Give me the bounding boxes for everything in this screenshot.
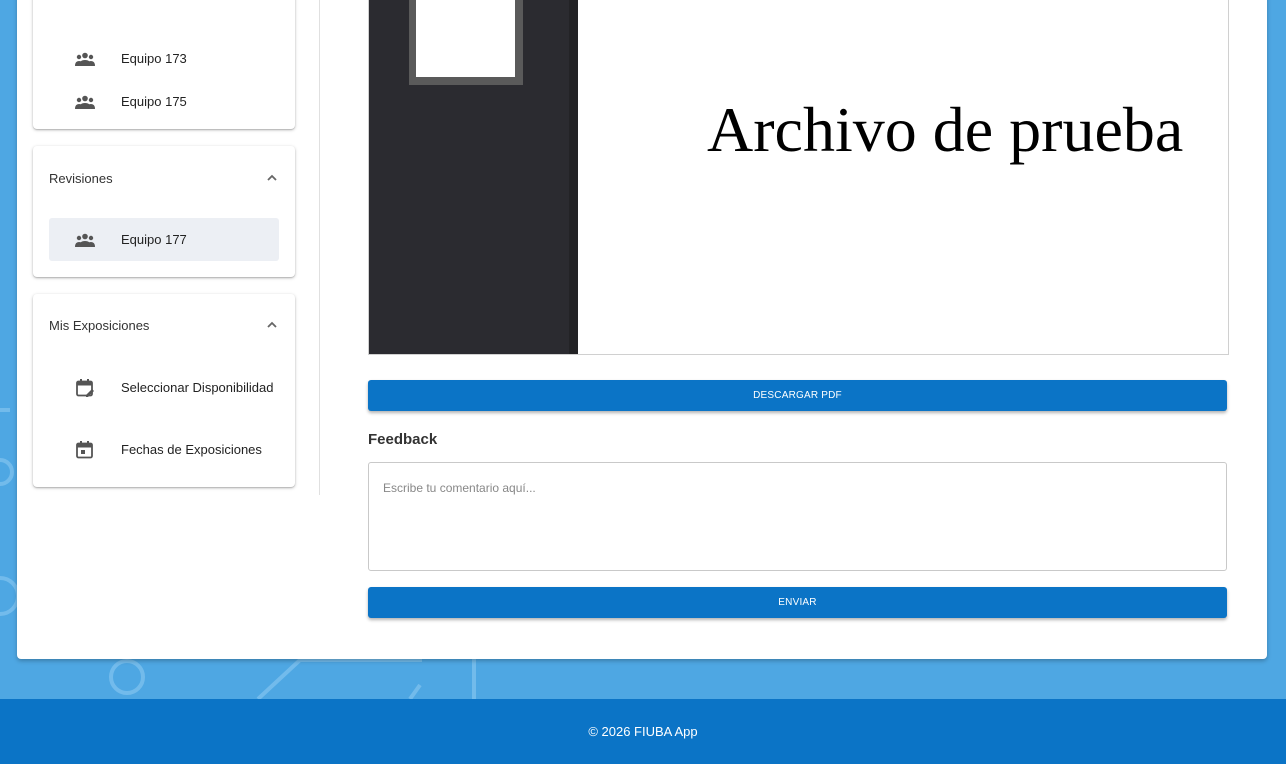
exposiciones-header[interactable]: Mis Exposiciones <box>49 315 279 335</box>
thumbnail-sidebar[interactable] <box>369 0 569 354</box>
chevron-up-icon <box>267 174 277 181</box>
sidebar-item-label: Equipo 173 <box>121 51 187 66</box>
equipos-panel: Equipo 173 Equipo 175 <box>33 0 295 129</box>
group-icon <box>49 233 121 247</box>
thumbnail-frame[interactable] <box>409 0 523 85</box>
footer: © 2026 FIUBA App <box>0 699 1286 764</box>
group-icon <box>49 95 121 109</box>
main-card: Equipo 173 Equipo 175 Revisiones Equipo … <box>17 0 1267 659</box>
sidebar-item-label: Seleccionar Disponibilidad <box>121 380 274 395</box>
sidebar-item-fechas-exposiciones[interactable]: Fechas de Exposiciones <box>49 430 279 470</box>
send-button[interactable]: ENVIAR <box>368 587 1227 618</box>
feedback-textarea[interactable] <box>369 463 1226 570</box>
revisiones-panel: Revisiones Equipo 177 <box>33 146 295 277</box>
sidebar-item-equipo-173[interactable]: Equipo 173 <box>49 39 279 79</box>
chevron-up-icon <box>267 321 277 328</box>
panel-title: Mis Exposiciones <box>49 317 150 333</box>
exposiciones-panel: Mis Exposiciones Seleccionar Disponibili… <box>33 294 295 487</box>
document-title: Archivo de prueba <box>707 94 1184 165</box>
sidebar-item-label: Equipo 177 <box>121 231 187 247</box>
feedback-field[interactable] <box>368 462 1227 571</box>
thumbnail-sidebar-edge <box>569 0 578 354</box>
sidebar-item-label: Equipo 175 <box>121 94 187 109</box>
page-thumbnail[interactable] <box>416 0 515 77</box>
sidebar-divider <box>319 0 320 495</box>
revisiones-header[interactable]: Revisiones <box>49 168 279 188</box>
group-icon <box>49 52 121 66</box>
calendar-icon <box>49 441 121 459</box>
feedback-label: Feedback <box>368 431 438 448</box>
footer-text: © 2026 FIUBA App <box>588 724 698 739</box>
download-pdf-button[interactable]: DESCARGAR PDF <box>368 380 1227 411</box>
sidebar-item-label: Fechas de Exposiciones <box>121 442 262 457</box>
pdf-viewer[interactable]: Archivo de prueba <box>368 0 1229 355</box>
sidebar-item-equipo-175[interactable]: Equipo 175 <box>49 82 279 122</box>
sidebar-item-seleccionar-disponibilidad[interactable]: Seleccionar Disponibilidad <box>49 367 279 409</box>
calendar-edit-icon <box>49 379 121 397</box>
sidebar-item-equipo-177[interactable]: Equipo 177 <box>49 218 279 261</box>
panel-title: Revisiones <box>49 170 113 186</box>
